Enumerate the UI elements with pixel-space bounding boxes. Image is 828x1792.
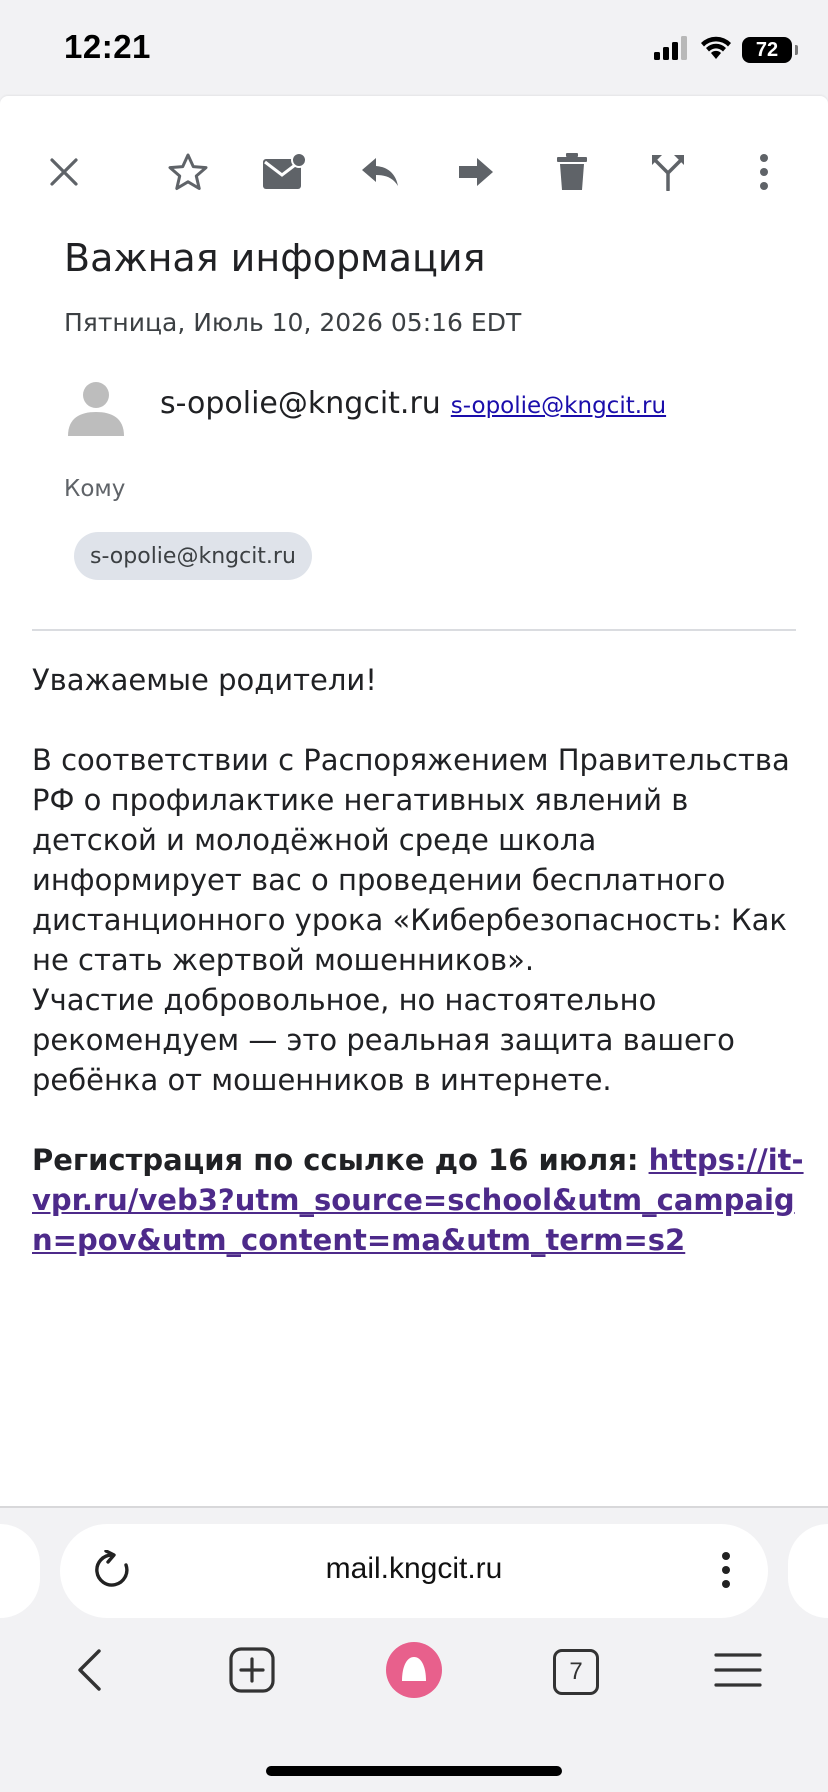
sender-name: s-opolie@kngcit.ru — [160, 386, 441, 421]
sender-email-link[interactable]: s-opolie@kngcit.ru — [451, 393, 666, 419]
message-subject: Важная информация — [64, 236, 486, 280]
split-icon — [650, 153, 686, 191]
star-icon — [168, 153, 208, 191]
close-icon — [49, 157, 79, 187]
url-text[interactable]: mail.kngcit.ru — [60, 1552, 768, 1586]
body-paragraph-1: В соответствии с Распоряжением Правитель… — [32, 743, 790, 977]
more-vert-icon — [721, 1551, 731, 1593]
person-icon — [64, 382, 128, 442]
menu-button[interactable] — [696, 1630, 780, 1714]
back-button[interactable] — [48, 1630, 132, 1714]
sender-avatar — [64, 374, 128, 438]
plus-square-icon — [229, 1647, 275, 1697]
mark-unread-button[interactable] — [246, 134, 322, 210]
body-registration: Регистрация по ссылке до 16 июля: https:… — [32, 1140, 806, 1260]
page-edge — [0, 1506, 828, 1508]
previous-tab-peek[interactable] — [0, 1524, 40, 1618]
body-paragraph-2: Участие добровольное, но настоятельно ре… — [32, 983, 735, 1097]
registration-label: Регистрация по ссылке до 16 июля: — [32, 1143, 649, 1177]
alice-assistant-icon — [385, 1641, 443, 1703]
tabs-button[interactable]: 7 — [534, 1630, 618, 1714]
mail-message-view: Важная информация Пятница, Июль 10, 2026… — [0, 96, 828, 1508]
address-bar[interactable]: mail.kngcit.ru — [60, 1524, 768, 1618]
signal-icon — [654, 36, 690, 64]
message-date: Пятница, Июль 10, 2026 05:16 EDT — [64, 308, 522, 337]
sender-line: s-opolie@kngcit.ru s-opolie@kngcit.ru — [160, 386, 666, 421]
reply-icon — [360, 156, 400, 188]
split-button[interactable] — [630, 134, 706, 210]
star-button[interactable] — [150, 134, 226, 210]
delete-button[interactable] — [534, 134, 610, 210]
header-divider — [32, 629, 796, 631]
battery-indicator: 72 — [742, 37, 798, 63]
browser-bottom-nav: 7 — [0, 1620, 828, 1732]
message-body: Уважаемые родители! В соответствии с Рас… — [32, 660, 806, 1260]
home-indicator[interactable] — [266, 1766, 562, 1776]
body-greeting: Уважаемые родители! — [32, 663, 377, 697]
tab-count-badge: 7 — [553, 1649, 599, 1695]
assistant-button[interactable] — [372, 1630, 456, 1714]
wifi-icon — [700, 36, 732, 64]
status-icons: 72 — [654, 34, 798, 66]
new-tab-button[interactable] — [210, 1630, 294, 1714]
chevron-left-icon — [75, 1648, 105, 1696]
close-button[interactable] — [26, 134, 102, 210]
recipient-chip[interactable]: s-opolie@kngcit.ru — [74, 532, 312, 580]
message-toolbar — [0, 134, 828, 210]
more-vert-icon — [759, 153, 769, 191]
page-menu-button[interactable] — [706, 1544, 746, 1600]
delete-icon — [557, 153, 587, 191]
hamburger-icon — [714, 1652, 762, 1692]
forward-icon — [457, 156, 495, 188]
next-tab-peek[interactable] — [788, 1524, 828, 1618]
status-bar: 12:21 72 — [0, 0, 828, 96]
reply-button[interactable] — [342, 134, 418, 210]
to-label: Кому — [64, 476, 126, 502]
more-options-button[interactable] — [726, 134, 802, 210]
forward-button[interactable] — [438, 134, 514, 210]
status-time: 12:21 — [64, 28, 151, 65]
mark-unread-icon — [261, 153, 307, 191]
